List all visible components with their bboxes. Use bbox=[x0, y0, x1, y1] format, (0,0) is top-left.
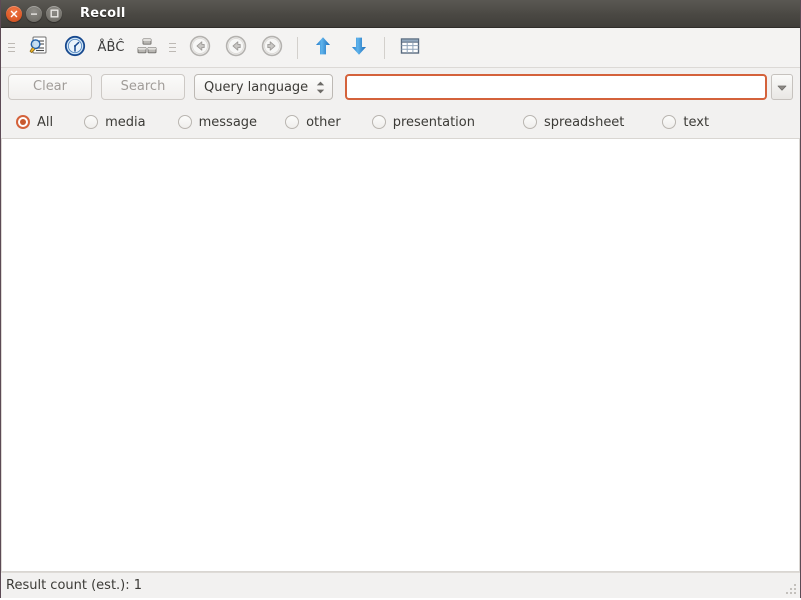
query-mode-value: Query language bbox=[204, 79, 309, 95]
chevron-down-icon bbox=[316, 89, 325, 93]
window-title: Recoll bbox=[80, 6, 126, 21]
abc-spelling-icon: ÅB̂Ĉ bbox=[97, 40, 125, 55]
sort-blocks-icon bbox=[135, 34, 159, 62]
filter-radio-label: text bbox=[683, 114, 710, 130]
filter-radio-other[interactable]: other bbox=[285, 115, 341, 130]
toolbar-separator-1 bbox=[297, 36, 298, 59]
arrow-down-icon bbox=[347, 34, 371, 62]
radio-indicator-icon[interactable] bbox=[523, 115, 537, 129]
search-history-dropdown-button[interactable] bbox=[771, 74, 793, 100]
spinner-arrows-icon[interactable] bbox=[316, 81, 327, 94]
filter-radio-label: message bbox=[198, 114, 258, 130]
clock-icon bbox=[63, 34, 87, 62]
filter-radio-text[interactable]: text bbox=[662, 115, 709, 130]
search-button[interactable]: Search bbox=[101, 74, 185, 100]
filter-radio-message[interactable]: message bbox=[177, 114, 258, 130]
document-search-icon bbox=[27, 34, 51, 62]
close-icon bbox=[10, 10, 18, 18]
filter-radio-media[interactable]: media bbox=[84, 115, 146, 130]
clear-button[interactable]: Clear bbox=[8, 74, 92, 100]
close-button[interactable] bbox=[6, 5, 22, 22]
filter-radio-label: All bbox=[37, 114, 54, 130]
arrow-right-circle-icon bbox=[260, 34, 284, 62]
radio-indicator-icon[interactable] bbox=[177, 115, 192, 129]
toolbar-sort-ascending-button[interactable] bbox=[305, 31, 341, 65]
result-count-status: Result count (est.): 1 bbox=[6, 578, 143, 593]
resize-grip[interactable] bbox=[784, 582, 798, 596]
toolbar-query-history-button[interactable] bbox=[57, 31, 93, 65]
query-mode-selector[interactable]: Query language bbox=[194, 74, 334, 100]
toolbar-drag-handle[interactable] bbox=[6, 37, 16, 59]
chevron-up-icon bbox=[316, 81, 325, 85]
toolbar-sort-parameters-button[interactable] bbox=[129, 31, 165, 65]
search-input[interactable] bbox=[345, 74, 767, 100]
toolbar-results-table-button[interactable] bbox=[392, 31, 428, 65]
arrow-left-circle-icon bbox=[224, 34, 248, 62]
toolbar-back-button[interactable] bbox=[218, 31, 254, 65]
chevron-down-icon bbox=[777, 80, 787, 95]
toolbar-previous-page-button[interactable] bbox=[182, 31, 218, 65]
toolbar: ÅB̂Ĉ bbox=[0, 28, 801, 68]
filter-radio-label: media bbox=[105, 114, 146, 130]
filter-radio-all[interactable]: All bbox=[16, 115, 53, 130]
status-bar: Result count (est.): 1 bbox=[0, 572, 801, 598]
arrow-up-icon bbox=[311, 34, 335, 62]
toolbar-separator-2 bbox=[384, 36, 385, 59]
radio-indicator-icon[interactable] bbox=[84, 115, 99, 129]
titlebar[interactable]: Recoll bbox=[0, 0, 801, 28]
results-list[interactable] bbox=[1, 138, 800, 572]
toolbar-sort-descending-button[interactable] bbox=[341, 31, 377, 65]
table-grid-icon bbox=[398, 34, 422, 62]
search-bar: Clear Search Query language bbox=[0, 68, 801, 106]
filter-radio-label: spreadsheet bbox=[544, 114, 625, 130]
radio-indicator-icon[interactable] bbox=[285, 115, 300, 129]
radio-indicator-icon[interactable] bbox=[662, 115, 677, 129]
filter-radio-label: other bbox=[306, 114, 341, 130]
minimize-icon bbox=[30, 10, 38, 18]
toolbar-nav-drag-handle[interactable] bbox=[167, 37, 177, 59]
arrow-left-circle-icon bbox=[188, 34, 212, 62]
radio-indicator-icon[interactable] bbox=[16, 115, 30, 129]
filter-radio-label: presentation bbox=[392, 114, 475, 130]
maximize-icon bbox=[50, 9, 59, 18]
toolbar-forward-button[interactable] bbox=[254, 31, 290, 65]
toolbar-spelling-button[interactable]: ÅB̂Ĉ bbox=[93, 31, 129, 65]
toolbar-show-query-details-button[interactable] bbox=[21, 31, 57, 65]
filter-radio-presentation[interactable]: presentation bbox=[371, 114, 475, 130]
recoll-window: Recoll ÅB̂Ĉ Clear Search Query languag… bbox=[0, 0, 801, 598]
radio-indicator-icon[interactable] bbox=[371, 115, 386, 129]
maximize-button[interactable] bbox=[46, 5, 62, 22]
category-filter-row: All media message other presentation spreadsh… bbox=[0, 106, 801, 138]
filter-radio-spreadsheet[interactable]: spreadsheet bbox=[523, 115, 624, 130]
minimize-button[interactable] bbox=[26, 5, 42, 22]
